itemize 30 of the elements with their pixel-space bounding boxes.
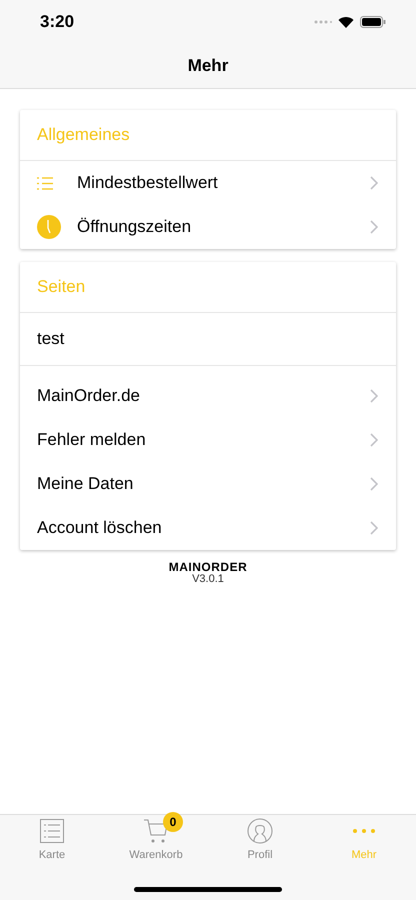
menu-list-icon: [40, 819, 64, 843]
menu-item[interactable]: Mindestbestellwert: [20, 161, 396, 205]
chevron-icon: [370, 521, 378, 535]
chevron-icon: [370, 389, 378, 403]
more-icon: [353, 829, 375, 833]
menu-item[interactable]: Öffnungszeiten: [20, 205, 396, 249]
menu-item[interactable]: Account löschen: [20, 506, 396, 550]
clock-icon: [37, 215, 61, 239]
list-icon: [37, 176, 53, 190]
menu-item[interactable]: Fehler melden: [20, 418, 396, 462]
chevron-icon: [370, 477, 378, 491]
screen-title: Mehr: [188, 56, 228, 76]
wifi-icon: [338, 16, 354, 28]
battery-icon: [360, 16, 386, 28]
signal-icon: [314, 20, 332, 24]
status-time: 3:20: [40, 12, 74, 32]
version-text: V3.0.1: [192, 574, 224, 585]
chevron-icon: [370, 220, 378, 234]
section-header: Seiten: [20, 262, 396, 313]
menu-item[interactable]: Meine Daten: [20, 462, 396, 506]
menu-item[interactable]: MainOrder.de: [20, 374, 396, 418]
chevron-icon: [370, 176, 378, 190]
chevron-icon: [370, 433, 378, 447]
section-header: Allgemeines: [20, 110, 396, 161]
page-text: test: [37, 329, 66, 349]
count-badge: 0: [163, 812, 183, 832]
cart-icon: [143, 818, 169, 844]
tab-item[interactable]: 0 Warenkorb: [104, 815, 208, 864]
profile-icon: [247, 818, 273, 844]
brand-name: MAINORDER: [168, 561, 248, 574]
